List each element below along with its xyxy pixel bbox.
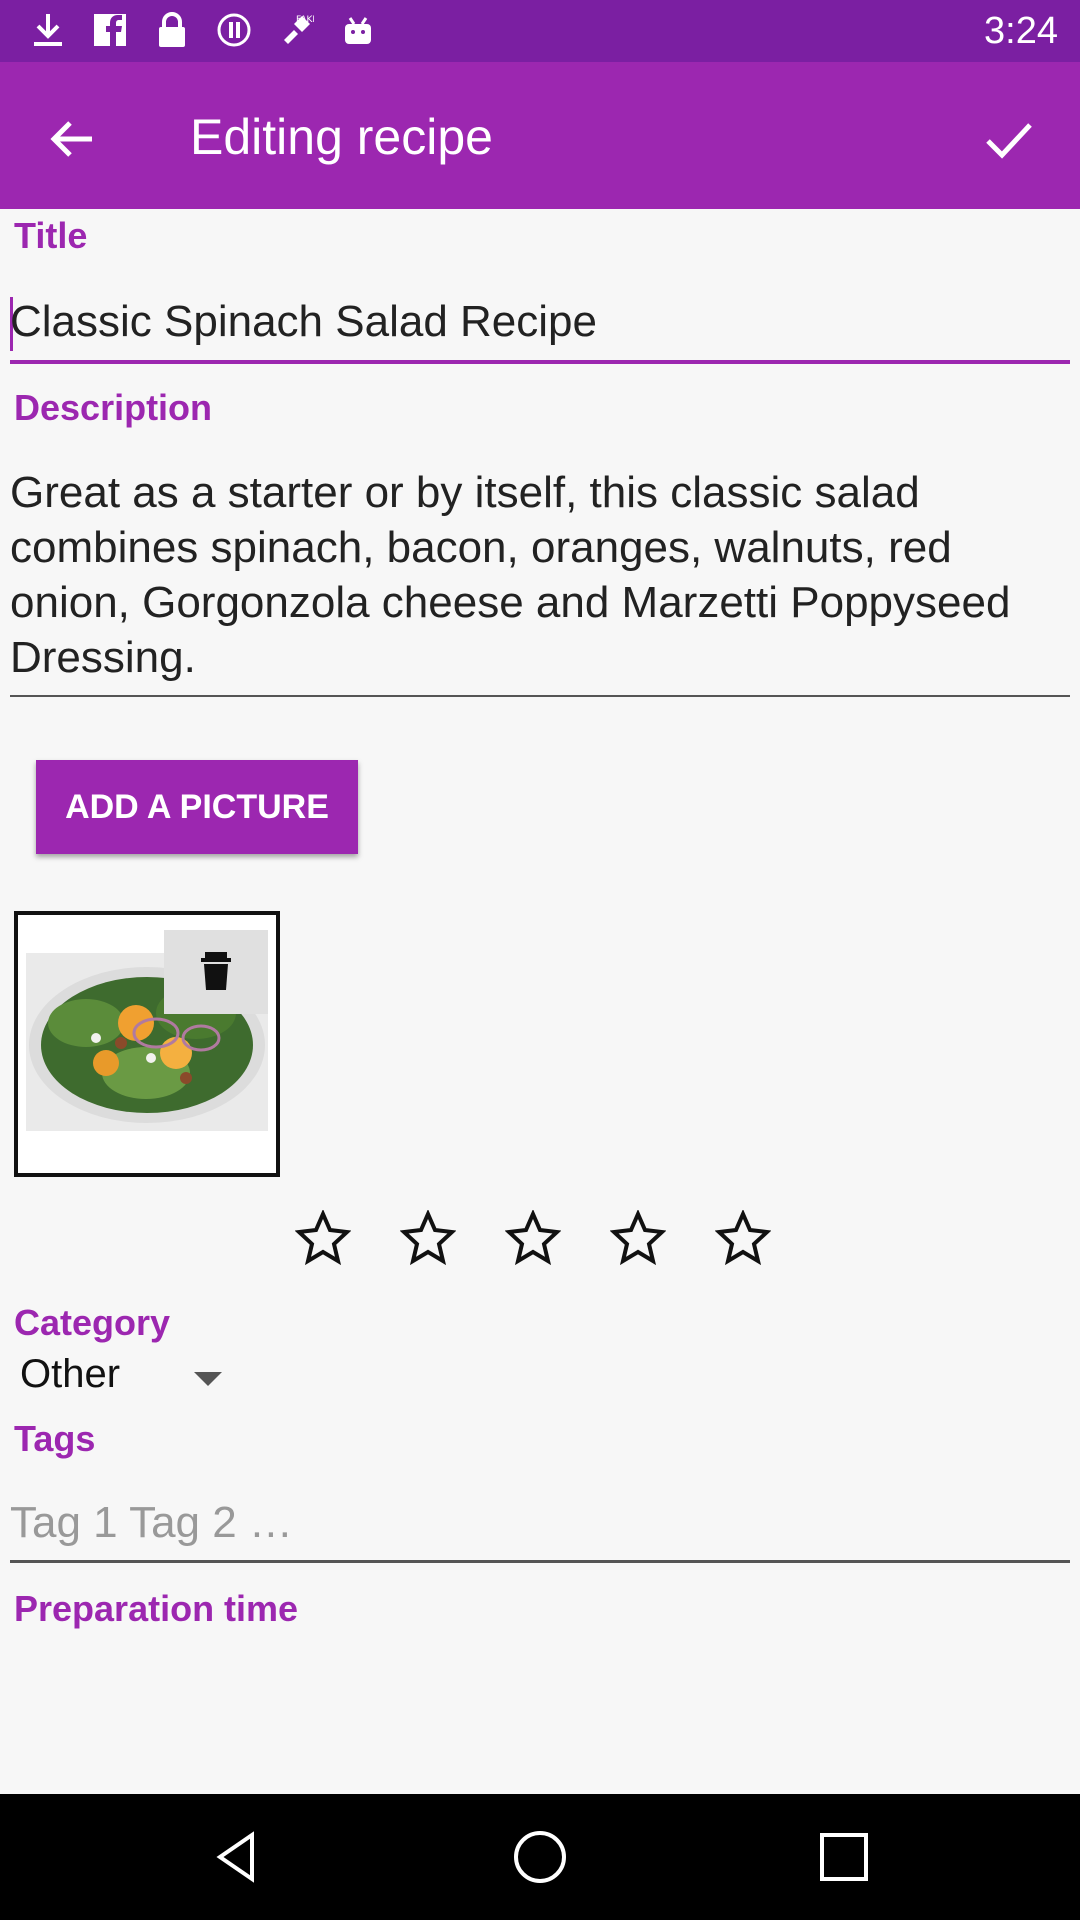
add-picture-button[interactable]: ADD A PICTURE [36,760,358,854]
title-input-text: Classic Spinach Salad Recipe [10,297,597,346]
recipe-picture[interactable] [14,911,280,1177]
delete-picture-button[interactable] [164,930,268,1014]
star-icon[interactable] [505,1210,561,1266]
fake-gps-icon: FAKE [278,10,318,50]
tags-input[interactable]: Tag 1 Tag 2 … [10,1490,1070,1563]
category-label: Category [14,1302,171,1343]
title-label: Title [14,215,88,256]
preparation-time-label: Preparation time [14,1588,299,1629]
android-icon [340,10,376,50]
status-icons: FAKE [30,10,376,50]
back-triangle-icon[interactable] [208,1827,268,1887]
home-circle-icon[interactable] [510,1827,570,1887]
navigation-bar [0,1794,1080,1920]
star-icon[interactable] [400,1210,456,1266]
category-value: Other [20,1352,121,1396]
description-label: Description [14,387,213,428]
category-dropdown[interactable]: Other [20,1352,230,1408]
app-bar: Editing recipe [0,62,1080,209]
page-title: Editing recipe [190,109,493,165]
arrow-back-icon[interactable] [40,107,104,171]
status-bar: FAKE 3:24 [0,0,1080,62]
status-time: 3:24 [984,10,1058,52]
recents-square-icon[interactable] [814,1827,874,1887]
star-icon[interactable] [715,1210,771,1266]
rating-stars [295,1210,771,1266]
svg-text:FAKE: FAKE [296,15,314,25]
lock-icon [154,10,190,50]
star-icon[interactable] [610,1210,666,1266]
download-icon [30,10,66,50]
data-saver-icon [216,10,252,50]
tags-label: Tags [14,1418,96,1459]
star-icon[interactable] [295,1210,351,1266]
description-input[interactable]: Great as a starter or by itself, this cl… [10,465,1070,697]
facebook-icon [92,10,128,50]
trash-icon [201,952,231,990]
dropdown-arrow-icon [194,1372,222,1386]
check-icon[interactable] [976,107,1040,171]
title-input[interactable]: Classic Spinach Salad Recipe [10,290,1070,364]
